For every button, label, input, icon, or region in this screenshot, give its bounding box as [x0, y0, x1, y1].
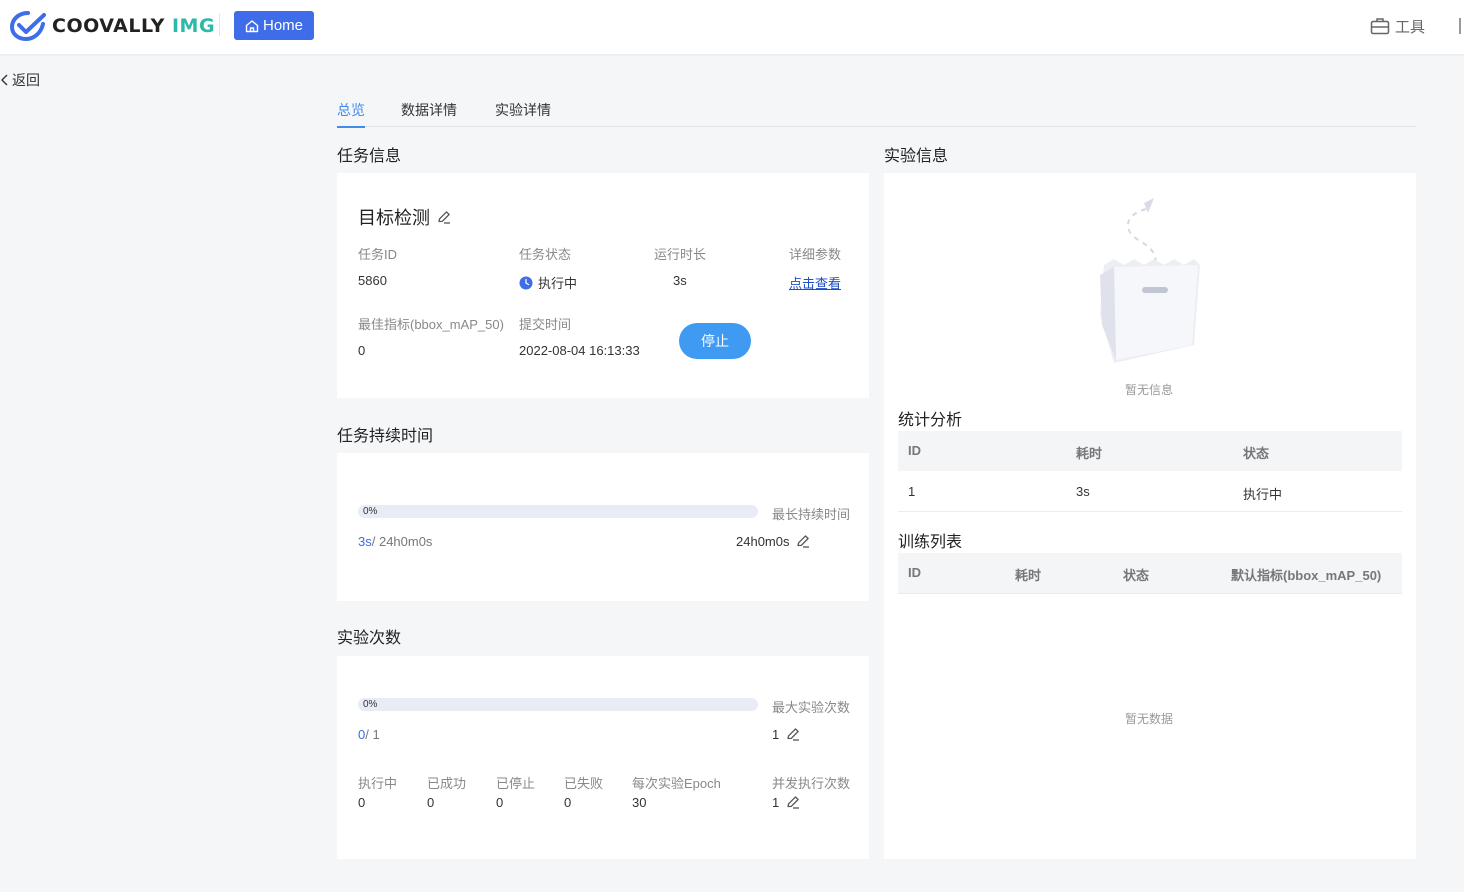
concurrency: 1 [772, 794, 801, 810]
experiment-info-title: 实验信息 [884, 148, 949, 165]
stats-table-header: ID 耗时 状态 [898, 431, 1402, 471]
concurrency-label: 并发执行次数 [772, 776, 851, 791]
logo-text: COOVALLY IMG [52, 15, 216, 37]
max-experiments: 1 [772, 726, 801, 742]
task-info-card: 目标检测 任务ID 5860 任务状态 执行中 运行时长 3s 详细参数 点击查… [337, 173, 869, 398]
stat-failed-value: 0 [564, 795, 572, 810]
header-overflow-edge [1459, 18, 1462, 34]
max-duration-value: 24h0m0s [736, 533, 790, 549]
duration-progress-text: 3s/ 24h0m0s [358, 534, 432, 549]
best-metric-label: 最佳指标(bbox_mAP_50) [358, 317, 504, 332]
stats-analysis-table: ID 耗时 状态 1 3s 执行中 [898, 431, 1402, 513]
stat-succeeded-value: 0 [427, 795, 435, 810]
tab-experiment-details[interactable]: 实验详情 [495, 100, 551, 120]
coovally-logo[interactable]: COOVALLY IMG [10, 9, 215, 43]
params-label: 详细参数 [789, 247, 842, 262]
empty-bag-illustration [1100, 198, 1200, 363]
task-status: 执行中 [519, 273, 577, 292]
experiment-info-card: 暂无信息 统计分析 ID 耗时 状态 1 3s 执行中 训练列表 ID 耗时 状… [884, 173, 1416, 859]
max-experiments-value: 1 [772, 726, 780, 742]
col-time: 耗时 [1015, 568, 1042, 583]
stat-stopped-value: 0 [496, 795, 504, 810]
tab-overview[interactable]: 总览 [337, 100, 365, 128]
col-id: ID [908, 565, 921, 580]
edit-icon[interactable] [785, 726, 801, 742]
clock-icon [519, 276, 533, 289]
max-duration: 24h0m0s [736, 533, 811, 549]
col-status: 状态 [1123, 568, 1150, 583]
edit-icon[interactable] [795, 533, 811, 549]
task-name-text: 目标检测 [358, 208, 430, 228]
submit-time-label: 提交时间 [519, 317, 572, 332]
duration-total: / 24h0m0s [371, 534, 433, 549]
row-time: 3s [1076, 484, 1090, 499]
col-time: 耗时 [1076, 446, 1103, 461]
stop-button[interactable]: 停止 [679, 323, 751, 359]
stat-epoch-label: 每次实验Epoch [632, 776, 721, 791]
experiment-progress-bar: 0% [358, 698, 758, 711]
runtime-value: 3s [673, 273, 687, 288]
col-default-metric: 默认指标(bbox_mAP_50) [1231, 568, 1382, 583]
header-divider [219, 14, 220, 36]
best-metric-value: 0 [358, 343, 366, 358]
edit-icon[interactable] [436, 209, 452, 225]
tools-menu[interactable]: 工具 [1370, 15, 1425, 37]
stat-succeeded-label: 已成功 [427, 776, 467, 791]
table-row[interactable]: 1 3s 执行中 [898, 471, 1402, 512]
experiment-progress-text: 0/ 1 [358, 727, 380, 742]
stat-failed-label: 已失败 [564, 776, 604, 791]
home-button-label: Home [262, 17, 303, 34]
back-link[interactable]: 返回 [0, 70, 40, 90]
training-table-header: ID 耗时 状态 默认指标(bbox_mAP_50) [898, 553, 1402, 594]
chevron-left-icon [1, 74, 8, 86]
no-info-text: 暂无信息 [1125, 383, 1174, 397]
duration-title: 任务持续时间 [337, 428, 434, 445]
col-id: ID [908, 443, 921, 458]
home-button[interactable]: Home [234, 11, 314, 40]
toolbox-icon [1370, 18, 1390, 35]
duration-card: 0% 最长持续时间 3s/ 24h0m0s 24h0m0s [337, 453, 869, 601]
task-name: 目标检测 [358, 204, 452, 230]
tools-label: 工具 [1395, 18, 1426, 36]
view-params-link[interactable]: 点击查看 [789, 273, 841, 292]
experiment-total: / 1 [365, 727, 380, 742]
stat-epoch-value: 30 [632, 795, 647, 810]
training-list-title: 训练列表 [898, 534, 963, 551]
task-id-label: 任务ID [358, 247, 398, 262]
training-list-table: ID 耗时 状态 默认指标(bbox_mAP_50) [898, 553, 1402, 594]
stat-stopped-label: 已停止 [496, 776, 536, 791]
runtime-label: 运行时长 [654, 247, 707, 262]
task-status-value: 执行中 [538, 276, 578, 291]
page-tabs: 总览 数据详情 实验详情 [337, 98, 1416, 128]
max-duration-label: 最长持续时间 [772, 507, 851, 522]
task-id-value: 5860 [358, 273, 387, 288]
task-info-title: 任务信息 [337, 148, 402, 165]
stat-running-label: 执行中 [358, 776, 398, 791]
home-icon [245, 19, 259, 32]
stat-running-value: 0 [358, 795, 366, 810]
tab-data-details[interactable]: 数据详情 [401, 100, 457, 120]
duration-current: 3s [358, 534, 372, 549]
top-header: COOVALLY IMG Home 工具 [0, 0, 1464, 54]
back-label: 返回 [12, 72, 40, 88]
edit-icon[interactable] [785, 794, 801, 810]
duration-progress-bar: 0% [358, 505, 758, 518]
no-data-text: 暂无数据 [1125, 712, 1174, 726]
concurrency-value: 1 [772, 794, 780, 810]
logo-check-icon [10, 11, 46, 42]
max-experiments-label: 最大实验次数 [772, 700, 851, 715]
experiment-count-card: 0% 最大实验次数 0/ 1 1 执行中 0 已成功 0 已停止 0 已失败 0… [337, 656, 869, 859]
stats-analysis-title: 统计分析 [898, 412, 963, 429]
row-status[interactable]: 执行中 [1243, 484, 1282, 503]
row-id: 1 [908, 484, 916, 499]
duration-progress-percent: 0% [363, 506, 378, 517]
submit-time-value: 2022-08-04 16:13:33 [519, 343, 640, 358]
task-status-label: 任务状态 [519, 247, 572, 262]
experiment-progress-percent: 0% [363, 699, 378, 710]
experiment-count-title: 实验次数 [337, 630, 402, 647]
col-status: 状态 [1243, 446, 1270, 461]
